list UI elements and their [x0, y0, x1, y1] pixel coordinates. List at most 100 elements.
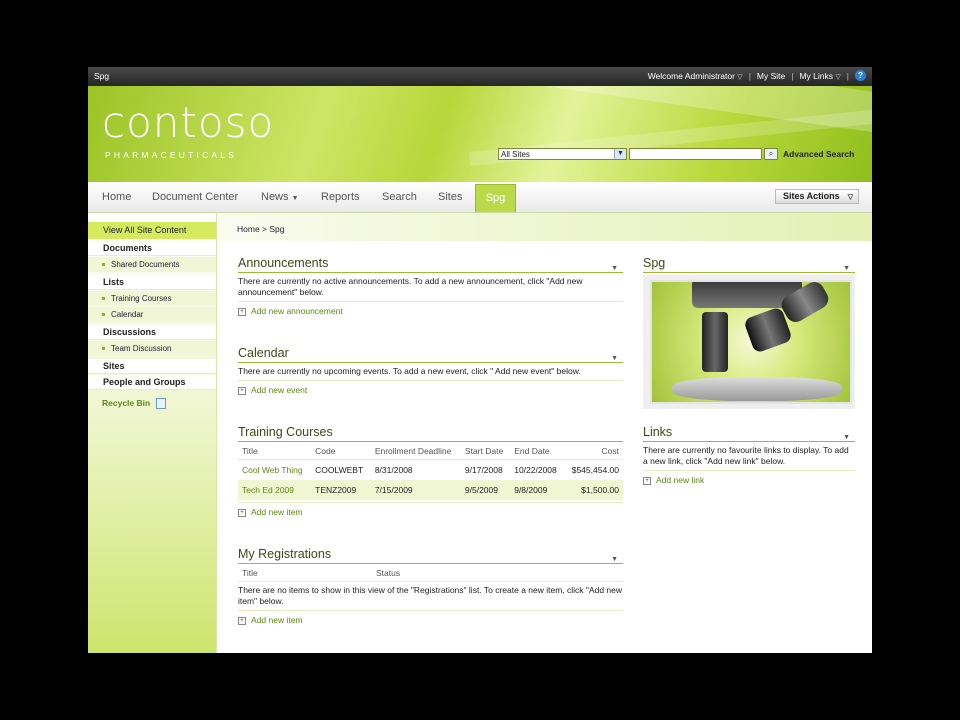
column-header-code[interactable]: Code	[311, 442, 371, 460]
spg-image-web-part: Spg ▼	[643, 256, 855, 273]
enrollment-deadline: 8/31/2008	[374, 465, 413, 475]
breadcrumb[interactable]: Home > Spg	[237, 224, 285, 234]
welcome-menu[interactable]: Welcome Administrator ▽	[648, 71, 743, 81]
spg-title[interactable]: Spg ▼	[643, 256, 855, 273]
my-links-label: My Links	[799, 70, 834, 81]
bullet-icon	[102, 263, 105, 266]
my-links-menu[interactable]: My Links ▽	[799, 71, 840, 81]
enrollment-deadline: 7/15/2009	[370, 480, 461, 500]
tab-sites[interactable]: Sites	[438, 191, 462, 203]
quick-launch-discussions[interactable]: Discussions	[88, 325, 216, 340]
course-code: COOLWEBT	[315, 465, 364, 475]
web-part-title: Announcements	[238, 256, 329, 270]
announcements-message: There are currently no active announceme…	[238, 276, 583, 297]
table-header: Title Status	[238, 564, 623, 582]
search-scope-value: All Sites	[501, 150, 530, 159]
web-part-menu-icon[interactable]: ▼	[843, 430, 850, 445]
course-title-link[interactable]: Cool Web Thing	[238, 460, 311, 481]
quick-launch-calendar[interactable]: Calendar	[88, 307, 216, 322]
training-courses-table: Title Code Enrollment Deadline Start Dat…	[238, 442, 623, 500]
chevron-down-icon: ▽	[835, 73, 841, 81]
sites-actions-button[interactable]: Sites Actions ▽	[775, 189, 859, 204]
chevron-down-icon[interactable]: ▼	[614, 149, 626, 159]
start-date: 9/17/2008	[464, 465, 503, 475]
recycle-bin-link[interactable]: Recycle Bin	[102, 398, 167, 410]
divider	[643, 470, 855, 471]
calendar-title[interactable]: Calendar ▼	[238, 346, 623, 363]
chevron-down-icon: ▽	[847, 194, 854, 201]
my-site-link[interactable]: My Site	[757, 71, 785, 81]
training-courses-title[interactable]: Training Courses	[238, 425, 623, 442]
search-icon[interactable]: ⌕	[764, 148, 778, 160]
column-header-end-date[interactable]: End Date	[510, 442, 565, 460]
column-header-start-date[interactable]: Start Date	[460, 442, 511, 460]
cost: $545,454.00	[571, 465, 619, 475]
divider	[238, 610, 623, 611]
image-frame	[643, 275, 855, 409]
recycle-bin-label: Recycle Bin	[102, 398, 151, 408]
tab-document-center[interactable]: Document Center	[152, 191, 238, 203]
my-registrations-title[interactable]: My Registrations ▼	[238, 547, 623, 564]
column-header-enrollment-deadline[interactable]: Enrollment Deadline	[370, 442, 461, 460]
tab-spg[interactable]: Spg	[475, 184, 516, 212]
add-new-announcement-link[interactable]: + Add new announcement	[238, 306, 623, 316]
my-registrations-web-part: My Registrations ▼ Title Status There are…	[238, 547, 623, 625]
quick-launch-shared-documents[interactable]: Shared Documents	[88, 257, 216, 272]
help-icon[interactable]: ?	[855, 70, 866, 81]
cost: $1,500.00	[564, 480, 623, 500]
column-header-cost[interactable]: Cost	[564, 442, 623, 460]
add-new-event-link[interactable]: + Add new event	[238, 385, 623, 395]
add-new-item-link[interactable]: + Add new item	[238, 615, 623, 625]
advanced-search-link[interactable]: Advanced Search	[783, 149, 854, 159]
table-header: Title Code Enrollment Deadline Start Dat…	[238, 442, 623, 460]
web-part-menu-icon[interactable]: ▼	[843, 261, 850, 276]
tab-reports[interactable]: Reports	[321, 191, 360, 203]
course-title-link[interactable]: Tech Ed 2009	[238, 480, 312, 500]
quick-launch-item-label: Shared Documents	[111, 260, 180, 269]
quick-launch-training-courses[interactable]: Training Courses	[88, 291, 216, 306]
tab-news[interactable]: News ▼	[261, 191, 299, 203]
calendar-message: There are currently no upcoming events. …	[238, 366, 581, 376]
objective-lens	[702, 312, 728, 372]
add-new-item-link[interactable]: + Add new item	[238, 507, 623, 517]
sites-actions-label: Sites Actions	[783, 191, 840, 201]
welcome-label: Welcome Administrator	[647, 70, 735, 81]
web-part-title: Links	[643, 425, 673, 439]
announcements-title[interactable]: Announcements ▼	[238, 256, 623, 273]
table-row: Cool Web Thing COOLWEBT 8/31/2008 9/17/2…	[238, 460, 623, 481]
microscope-stage	[672, 377, 842, 401]
links-title[interactable]: Links ▼	[643, 425, 855, 442]
web-part-menu-icon[interactable]: ▼	[611, 351, 618, 366]
column-header-status[interactable]: Status	[372, 564, 623, 582]
links-web-part: Links ▼ There are currently no favourite …	[643, 425, 855, 485]
search-input[interactable]	[629, 148, 762, 160]
add-link-label: Add new announcement	[251, 306, 343, 316]
web-part-menu-icon[interactable]: ▼	[611, 261, 618, 276]
table-row: Tech Ed 2009 TENZ2009 7/15/2009 9/5/2009…	[238, 480, 623, 500]
contoso-logo[interactable]: contoso	[102, 102, 274, 144]
end-date: 9/8/2009	[510, 480, 565, 500]
tab-news-label: News	[261, 191, 289, 203]
tab-search[interactable]: Search	[382, 191, 417, 203]
web-part-menu-icon[interactable]: ▼	[611, 552, 618, 567]
quick-launch-team-discussion[interactable]: Team Discussion	[88, 341, 216, 356]
quick-launch-sites[interactable]: Sites	[88, 359, 216, 374]
quick-launch-documents[interactable]: Documents	[88, 241, 216, 256]
column-header-title[interactable]: Title	[238, 442, 312, 460]
quick-launch-lists[interactable]: Lists	[88, 275, 216, 290]
add-new-link-link[interactable]: + Add new link	[643, 475, 855, 485]
tab-home[interactable]: Home	[102, 191, 131, 203]
chevron-down-icon: ▽	[737, 73, 743, 81]
add-link-label: Add new item	[251, 507, 303, 517]
links-message: There are currently no favourite links t…	[643, 445, 849, 466]
search-scope-select[interactable]: All Sites ▼	[498, 148, 627, 160]
quick-launch-item-label: Team Discussion	[111, 344, 172, 353]
site-name[interactable]: Spg	[94, 71, 109, 81]
column-header-title[interactable]: Title	[238, 564, 372, 582]
quick-launch-people-and-groups[interactable]: People and Groups	[88, 375, 216, 390]
view-all-site-content-link[interactable]: View All Site Content	[88, 222, 216, 239]
sharepoint-window: Spg Welcome Administrator ▽ | My Site | …	[88, 67, 872, 653]
top-bar: Spg Welcome Administrator ▽ | My Site | …	[88, 67, 872, 86]
bullet-icon	[102, 347, 105, 350]
add-icon: +	[238, 386, 246, 395]
